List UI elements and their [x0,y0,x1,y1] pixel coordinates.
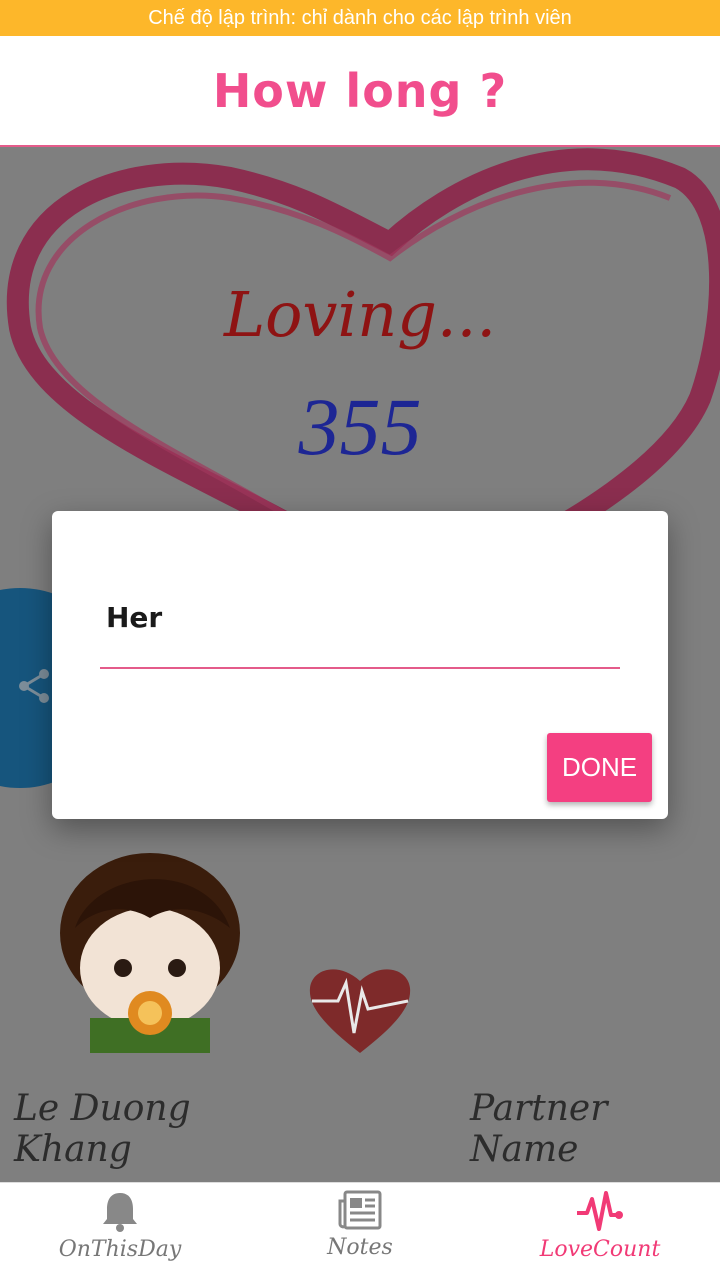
developer-mode-banner: Chế độ lập trình: chỉ dành cho các lập t… [0,0,720,36]
pulse-heart-icon [309,969,411,1053]
heart-background [7,148,720,568]
done-button[interactable]: DONE [547,733,652,802]
nav-label-onthisday: OnThisDay [58,1237,182,1262]
share-icon [19,669,49,703]
app-bar: How long ? [0,36,720,147]
bottom-navigation: OnThisDay Notes LoveCount [0,1182,720,1280]
app-title: How long ? [212,63,508,118]
loving-label: Loving... [223,278,497,351]
name-input[interactable] [100,587,620,669]
name-edit-dialog: DONE [52,511,668,819]
newspaper-icon [338,1190,382,1230]
boy-avatar[interactable] [55,848,245,1053]
heartbeat-icon [577,1191,623,1231]
nav-label-lovecount: LoveCount [539,1237,661,1262]
person-name-right[interactable]: Partner Name [470,1088,710,1170]
person-name-left[interactable]: Le Duong Khang [14,1088,304,1170]
nav-label-notes: Notes [327,1235,393,1260]
nav-item-notes[interactable]: Notes [240,1183,480,1280]
day-counter: 355 [298,381,422,472]
nav-item-lovecount[interactable]: LoveCount [480,1183,720,1280]
bell-icon [103,1193,137,1232]
nav-item-onthisday[interactable]: OnThisDay [0,1183,240,1280]
